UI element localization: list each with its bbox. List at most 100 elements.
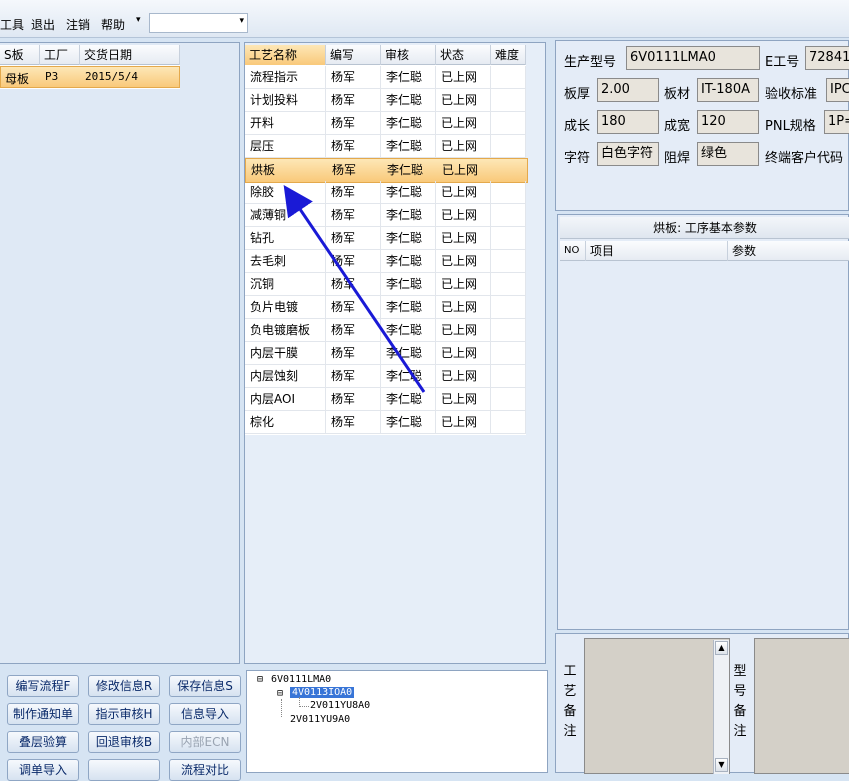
notes-panel: 工艺备注 ▲ ▼ 型号备注 xyxy=(555,633,849,774)
mask-field[interactable]: 绿色 xyxy=(697,142,759,166)
process-row[interactable]: 开料 杨军 李仁聪 已上网 xyxy=(245,112,526,135)
col-header-author[interactable]: 编写 xyxy=(326,45,381,65)
thickness-field[interactable]: 2.00 xyxy=(597,78,659,102)
save-info-button[interactable]: 保存信息S xyxy=(169,675,241,697)
col-header-no[interactable]: NO xyxy=(560,241,586,261)
order-import-button[interactable]: 调单导入 xyxy=(7,759,79,781)
modify-info-button[interactable]: 修改信息R xyxy=(88,675,160,697)
menu-exit[interactable]: 退出 xyxy=(31,16,55,33)
menu-help[interactable]: 帮助 xyxy=(101,16,125,33)
scroll-up-icon[interactable]: ▲ xyxy=(715,641,728,655)
col-header-difficulty[interactable]: 难度 xyxy=(491,45,526,65)
tree-expander-icon[interactable]: ⊟ xyxy=(277,688,283,699)
order-board-cell: 母板 xyxy=(5,72,30,86)
menu-tools[interactable]: 工具 xyxy=(0,16,24,33)
process-row[interactable]: 负片电镀 杨军 李仁聪 已上网 xyxy=(245,296,526,319)
internal-ecn-button[interactable]: 内部ECN xyxy=(169,731,241,753)
process-row[interactable]: 内层蚀刻 杨军 李仁聪 已上网 xyxy=(245,365,526,388)
material-label: 板材 xyxy=(664,87,691,102)
process-row[interactable]: 流程指示 杨军 李仁聪 已上网 xyxy=(245,66,526,89)
col-header-status[interactable]: 状态 xyxy=(436,45,491,65)
process-row[interactable]: 除胶 杨军 李仁聪 已上网 xyxy=(245,181,526,204)
chevron-down-icon[interactable]: ▾ xyxy=(239,16,244,26)
chevron-down-icon[interactable]: ▾ xyxy=(136,15,141,25)
author-cell: 杨军 xyxy=(326,342,381,365)
edit-flow-button[interactable]: 编写流程F xyxy=(7,675,79,697)
status-cell: 已上网 xyxy=(436,181,491,204)
reviewer-cell: 李仁聪 xyxy=(381,89,436,112)
order-factory-cell: P3 xyxy=(45,70,59,83)
reviewer-cell: 李仁聪 xyxy=(381,319,436,342)
params-panel: 烘板: 工序基本参数 NO 项目 参数 xyxy=(557,214,849,630)
order-grid-header: S板 工厂 交货日期 xyxy=(0,45,180,65)
process-row[interactable]: 计划投料 杨军 李仁聪 已上网 xyxy=(245,89,526,112)
difficulty-cell xyxy=(491,227,526,250)
width-field[interactable]: 120 xyxy=(697,110,759,134)
eno-field[interactable]: 72841 xyxy=(805,46,849,70)
status-cell: 已上网 xyxy=(436,411,491,434)
process-row-selected[interactable]: 烘板 杨军 李仁聪 已上网 xyxy=(245,158,528,183)
col-header-reviewer[interactable]: 审核 xyxy=(381,45,436,65)
process-name-cell: 负电镀磨板 xyxy=(245,319,326,342)
col-header-process-name[interactable]: 工艺名称 xyxy=(245,45,326,65)
reviewer-cell: 李仁聪 xyxy=(381,250,436,273)
info-import-button[interactable]: 信息导入 xyxy=(169,703,241,725)
pnl-field[interactable]: 1P= xyxy=(824,110,849,134)
status-cell: 已上网 xyxy=(436,89,491,112)
blank-button[interactable] xyxy=(88,759,160,781)
tree-node-root[interactable]: 6V0111LMA0 xyxy=(271,674,331,685)
instruction-review-button[interactable]: 指示审核H xyxy=(88,703,160,725)
length-field[interactable]: 180 xyxy=(597,110,659,134)
status-cell: 已上网 xyxy=(436,388,491,411)
model-field[interactable]: 6V0111LMA0 xyxy=(626,46,760,70)
author-cell: 杨军 xyxy=(326,250,381,273)
col-header-delivery-date[interactable]: 交货日期 xyxy=(80,45,180,65)
reviewer-cell: 李仁聪 xyxy=(381,411,436,434)
difficulty-cell xyxy=(491,181,526,204)
author-cell: 杨军 xyxy=(326,273,381,296)
process-name-cell: 负片电镀 xyxy=(245,296,326,319)
process-row[interactable]: 棕化 杨军 李仁聪 已上网 xyxy=(245,411,526,434)
scroll-down-icon[interactable]: ▼ xyxy=(715,758,728,772)
stackup-check-button[interactable]: 叠层验算 xyxy=(7,731,79,753)
author-cell: 杨军 xyxy=(326,66,381,89)
process-name-cell: 沉铜 xyxy=(245,273,326,296)
process-row[interactable]: 内层AOI 杨军 李仁聪 已上网 xyxy=(245,388,526,411)
tree-expander-icon[interactable]: ⊟ xyxy=(257,674,263,685)
accept-field[interactable]: IPC xyxy=(826,78,849,102)
status-cell: 已上网 xyxy=(436,135,491,158)
process-row[interactable]: 去毛刺 杨军 李仁聪 已上网 xyxy=(245,250,526,273)
process-note-scrollbar[interactable]: ▲ ▼ xyxy=(713,640,729,774)
make-notice-button[interactable]: 制作通知单 xyxy=(7,703,79,725)
difficulty-cell xyxy=(491,112,526,135)
char-field[interactable]: 白色字符 xyxy=(597,142,659,166)
process-row[interactable]: 钻孔 杨军 李仁聪 已上网 xyxy=(245,227,526,250)
rollback-review-button[interactable]: 回退审核B xyxy=(88,731,160,753)
author-cell: 杨军 xyxy=(326,204,381,227)
process-note-textarea[interactable] xyxy=(584,638,730,774)
status-cell: 已上网 xyxy=(436,365,491,388)
col-header-factory[interactable]: 工厂 xyxy=(40,45,80,65)
tree-node-sibling[interactable]: 2V011YU9A0 xyxy=(290,714,350,725)
status-cell: 已上网 xyxy=(436,319,491,342)
process-row[interactable]: 减薄铜 杨军 李仁聪 已上网 xyxy=(245,204,526,227)
model-note-textarea[interactable] xyxy=(754,638,849,774)
process-row[interactable]: 沉铜 杨军 李仁聪 已上网 xyxy=(245,273,526,296)
process-name-cell: 除胶 xyxy=(245,181,326,204)
col-header-item[interactable]: 项目 xyxy=(586,241,728,261)
menu-combo-box[interactable]: ▾ xyxy=(149,13,248,33)
col-header-board[interactable]: S板 xyxy=(0,45,40,65)
menu-logout[interactable]: 注销 xyxy=(66,16,90,33)
process-row[interactable]: 内层干膜 杨军 李仁聪 已上网 xyxy=(245,342,526,365)
reviewer-cell: 李仁聪 xyxy=(381,135,436,158)
process-row[interactable]: 负电镀磨板 杨军 李仁聪 已上网 xyxy=(245,319,526,342)
order-row[interactable]: 母板 P3 2015/5/4 xyxy=(0,66,180,88)
col-header-param[interactable]: 参数 xyxy=(728,241,849,261)
info-panel: 生产型号 6V0111LMA0 E工号 72841 板厚 2.00 板材 IT-… xyxy=(555,40,849,211)
process-row[interactable]: 层压 杨军 李仁聪 已上网 xyxy=(245,135,526,158)
material-field[interactable]: IT-180A xyxy=(697,78,759,102)
difficulty-cell xyxy=(491,365,526,388)
reviewer-cell: 李仁聪 xyxy=(381,204,436,227)
flow-compare-button[interactable]: 流程对比 xyxy=(169,759,241,781)
tree-node-child[interactable]: 2V011YU8A0 xyxy=(310,700,370,711)
